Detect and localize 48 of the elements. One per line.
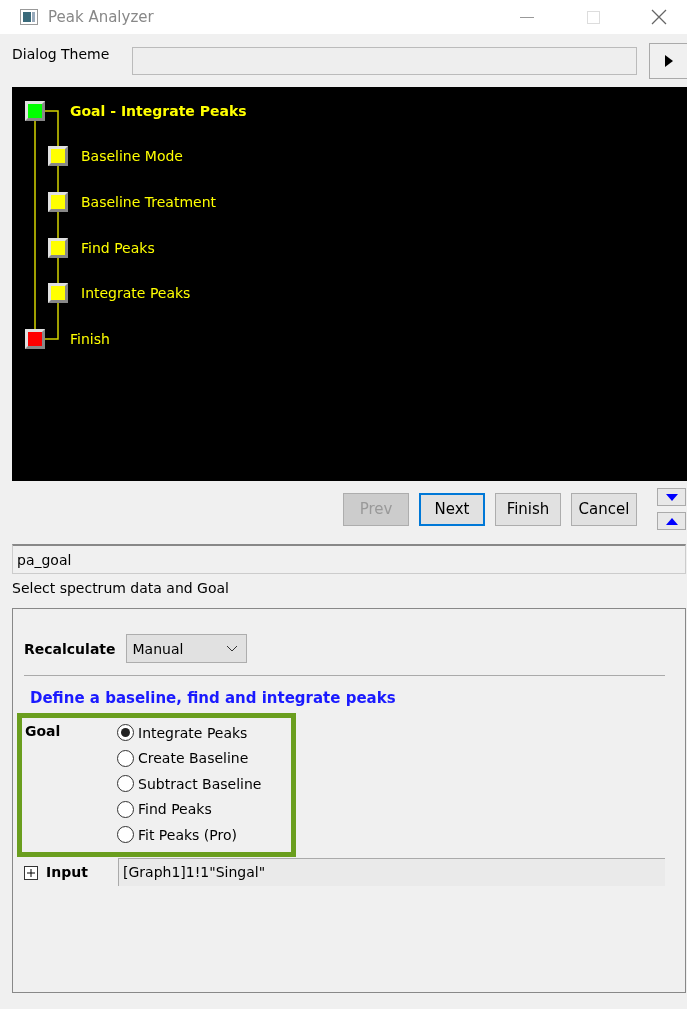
play-arrow-icon — [663, 54, 674, 68]
radio-button[interactable] — [117, 724, 134, 742]
tree-node-label[interactable]: Finish — [70, 330, 110, 347]
tree-node-square[interactable] — [48, 146, 68, 167]
chevron-down-icon — [225, 645, 238, 652]
radio-label[interactable]: Integrate Peaks — [138, 724, 248, 741]
minimize-icon — [520, 16, 534, 18]
dialog-theme-field[interactable] — [132, 47, 637, 75]
radio-button[interactable] — [117, 749, 134, 767]
maximize-icon — [586, 10, 600, 24]
wizard-button[interactable]: Next — [419, 492, 485, 526]
up-triangle-icon — [665, 517, 678, 525]
tree-node-square[interactable] — [25, 328, 45, 349]
recalculate-dropdown[interactable]: Manual — [125, 634, 247, 663]
tree-node-square[interactable] — [48, 192, 68, 212]
tree-node-label[interactable]: Integrate Peaks — [81, 285, 191, 302]
recalculate-label: Recalculate — [24, 640, 116, 657]
radio-button[interactable] — [117, 800, 134, 818]
wizard-button[interactable]: Finish — [495, 492, 561, 526]
radio-label[interactable]: Create Baseline — [138, 750, 249, 767]
down-triangle-icon — [665, 493, 678, 501]
radio-label[interactable]: Fit Peaks (Pro) — [138, 826, 237, 843]
tree-node-label[interactable]: Find Peaks — [81, 239, 155, 256]
app-icon — [20, 9, 38, 25]
goal-label: Goal — [25, 722, 62, 741]
radio-label[interactable]: Subtract Baseline — [138, 775, 262, 792]
expand-icon[interactable] — [24, 864, 38, 879]
input-label: Input — [46, 863, 89, 880]
section-heading: Define a baseline, find and integrate peaks — [30, 689, 397, 707]
description-text: Select spectrum data and Goal — [12, 580, 230, 596]
tree-node-square[interactable] — [48, 237, 68, 258]
name-field[interactable]: pa_goal — [12, 544, 686, 574]
radio-button[interactable] — [117, 826, 134, 844]
tree-node-square[interactable] — [48, 283, 68, 304]
radio-button[interactable] — [117, 775, 134, 793]
close-icon — [651, 9, 667, 25]
tree-node-label[interactable]: Goal - Integrate Peaks — [70, 102, 247, 119]
wizard-button[interactable]: Cancel — [571, 492, 637, 526]
input-field[interactable]: [Graph1]1!1"Singal" — [118, 857, 665, 886]
tree-node-label[interactable]: Baseline Treatment — [81, 194, 217, 210]
theme-menu-button[interactable] — [649, 43, 687, 79]
scroll-down-button[interactable] — [657, 488, 686, 506]
dialog-theme-label: Dialog Theme — [12, 45, 111, 62]
tree-node-label[interactable]: Baseline Mode — [81, 148, 183, 165]
radio-label[interactable]: Find Peaks — [138, 801, 212, 818]
tree-node-square[interactable] — [25, 100, 45, 121]
window-title: Peak Analyzer — [48, 8, 155, 26]
scroll-up-button[interactable] — [657, 512, 686, 530]
